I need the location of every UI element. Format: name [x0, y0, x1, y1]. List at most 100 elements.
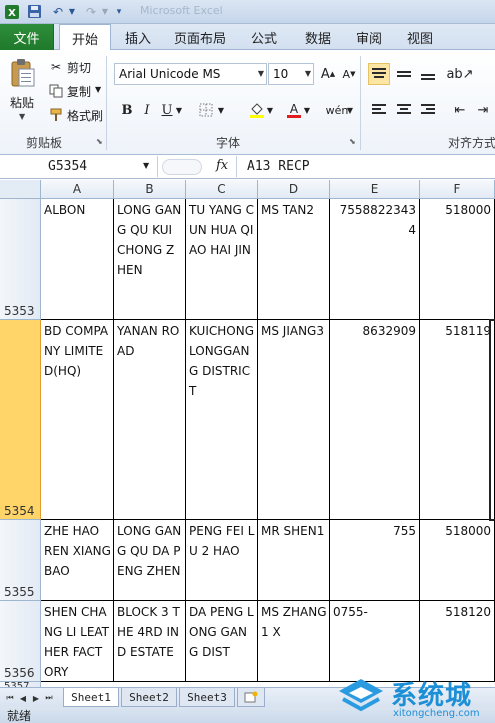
- align-top-icon[interactable]: [368, 63, 390, 85]
- font-dialog-launcher-icon[interactable]: ⬊: [349, 137, 356, 146]
- table-cell[interactable]: ALBON: [41, 199, 114, 320]
- table-cell[interactable]: BD COMPANY LIMITED(HQ): [41, 320, 114, 520]
- paste-dropdown-icon[interactable]: ▼: [19, 112, 25, 121]
- formula-bar-resize-handle[interactable]: [162, 159, 202, 175]
- increase-font-size-icon[interactable]: A ▲: [317, 63, 339, 85]
- font-size-combo[interactable]: 10 ▼: [268, 63, 314, 85]
- bold-icon[interactable]: B: [116, 99, 138, 121]
- column-header-d[interactable]: D: [258, 180, 330, 199]
- table-cell[interactable]: YANAN ROAD: [114, 320, 186, 520]
- table-cell[interactable]: 518119: [420, 320, 495, 520]
- table-cell[interactable]: BLOCK 3 THE 4RD IND ESTATE: [114, 601, 186, 682]
- copy-label: 复制: [67, 84, 92, 99]
- tab-page-layout[interactable]: 页面布局: [168, 24, 232, 50]
- customize-quick-access-icon[interactable]: ▾: [114, 3, 124, 20]
- tab-review[interactable]: 审阅: [347, 24, 391, 50]
- chevron-down-icon[interactable]: ▼: [305, 69, 311, 78]
- fill-color-dropdown-icon[interactable]: ▼: [265, 99, 275, 121]
- tab-home[interactable]: 开始: [59, 24, 111, 51]
- excel-app-icon[interactable]: X: [3, 3, 21, 20]
- align-middle-icon[interactable]: [393, 63, 415, 85]
- formula-input[interactable]: A13 RECP: [236, 156, 495, 177]
- table-cell[interactable]: ZHE HAO REN XIANG BAO: [41, 520, 114, 601]
- italic-icon[interactable]: I: [136, 99, 158, 121]
- sheet-tab-sheet2[interactable]: Sheet2: [121, 688, 177, 707]
- table-cell[interactable]: 75588223434: [330, 199, 420, 320]
- increase-indent-icon[interactable]: ⇥: [472, 99, 494, 121]
- align-center-icon[interactable]: [393, 99, 415, 121]
- prev-sheet-icon[interactable]: ◀: [17, 691, 29, 705]
- table-cell[interactable]: 755: [330, 520, 420, 601]
- row-header-5354[interactable]: 5354: [0, 320, 41, 520]
- sheet-tab-sheet3[interactable]: Sheet3: [179, 688, 235, 707]
- save-icon[interactable]: [25, 3, 43, 20]
- table-cell[interactable]: LONG GANG QU KUI CHONG ZHEN: [114, 199, 186, 320]
- next-sheet-icon[interactable]: ▶: [30, 691, 42, 705]
- last-sheet-icon[interactable]: ⏭: [43, 691, 55, 705]
- table-cell[interactable]: LONG GANG QU DA PENG ZHEN: [114, 520, 186, 601]
- underline-dropdown-icon[interactable]: ▼: [174, 99, 184, 121]
- column-header-a[interactable]: A: [41, 180, 114, 199]
- decrease-indent-icon[interactable]: ⇤: [449, 99, 471, 121]
- clipboard-dialog-launcher-icon[interactable]: ⬊: [96, 137, 103, 146]
- align-right-icon[interactable]: [417, 99, 439, 121]
- font-color-dropdown-icon[interactable]: ▼: [302, 99, 312, 121]
- insert-sheet-icon[interactable]: [237, 688, 265, 707]
- phonetic-dropdown-icon[interactable]: ▼: [345, 99, 355, 121]
- decrease-font-size-icon[interactable]: A ▼: [338, 63, 360, 85]
- column-header-b[interactable]: B: [114, 180, 186, 199]
- table-cell[interactable]: TU YANG CUN HUA QIAO HAI JIN: [186, 199, 258, 320]
- paste-button[interactable]: 粘贴: [10, 94, 34, 111]
- row-header-5355[interactable]: 5355: [0, 520, 41, 601]
- select-all-corner[interactable]: [0, 180, 41, 199]
- row-header-5353[interactable]: 5353: [0, 199, 41, 320]
- first-sheet-icon[interactable]: ⏮: [4, 691, 16, 705]
- tab-file[interactable]: 文件: [0, 24, 54, 50]
- font-name-combo[interactable]: Arial Unicode MS ▼: [114, 63, 267, 85]
- align-bottom-icon[interactable]: [417, 63, 439, 85]
- redo-icon[interactable]: ↷: [80, 3, 102, 20]
- table-cell[interactable]: 8632909: [330, 320, 420, 520]
- name-box[interactable]: G5354: [0, 156, 158, 177]
- align-left-icon[interactable]: [368, 99, 390, 121]
- sheet-tab-sheet1[interactable]: Sheet1: [63, 688, 119, 707]
- table-cell[interactable]: MS TAN2: [258, 199, 330, 320]
- tab-view[interactable]: 视图: [398, 24, 442, 50]
- table-cell[interactable]: MR SHEN1: [258, 520, 330, 601]
- column-header-e[interactable]: E: [330, 180, 420, 199]
- table-cell[interactable]: KUICHONG LONGGANG DISTRICT: [186, 320, 258, 520]
- table-cell[interactable]: 0755-: [330, 601, 420, 682]
- table-cell[interactable]: MS JIANG3: [258, 320, 330, 520]
- table-cell[interactable]: SHEN CHANG LI LEATHER FACTORY: [41, 601, 114, 682]
- chevron-down-icon[interactable]: ▼: [258, 69, 264, 78]
- table-cell[interactable]: PENG FEI LU 2 HAO: [186, 520, 258, 601]
- copy-button[interactable]: 复制: [48, 82, 91, 100]
- tab-data[interactable]: 数据: [296, 24, 340, 50]
- insert-function-icon[interactable]: fx: [216, 158, 228, 173]
- column-header-c[interactable]: C: [186, 180, 258, 199]
- name-box-dropdown-icon[interactable]: ▼: [143, 161, 149, 170]
- table-cell[interactable]: DA PENG LONG GANG DIST: [186, 601, 258, 682]
- format-painter-button[interactable]: 格式刷: [48, 106, 103, 124]
- paste-icon[interactable]: [10, 58, 36, 88]
- row-header-5356[interactable]: 5356: [0, 601, 41, 682]
- undo-icon[interactable]: ↶: [47, 3, 69, 20]
- borders-dropdown-icon[interactable]: ▼: [216, 99, 226, 121]
- cut-button[interactable]: ✂ 剪切: [48, 58, 91, 76]
- status-ready-text: 就绪: [7, 708, 32, 723]
- borders-icon[interactable]: [195, 99, 217, 121]
- tab-insert[interactable]: 插入: [116, 24, 160, 50]
- format-painter-label: 格式刷: [67, 108, 104, 123]
- alignment-group-label: 对齐方式: [448, 135, 495, 150]
- table-cell[interactable]: MS ZHANG1 X: [258, 601, 330, 682]
- undo-dropdown-icon[interactable]: ▼: [68, 3, 76, 20]
- table-cell[interactable]: 518000: [420, 520, 495, 601]
- tab-formulas[interactable]: 公式: [242, 24, 286, 50]
- column-header-f[interactable]: F: [420, 180, 495, 199]
- watermark-domain: xitongcheng.com: [393, 708, 480, 719]
- redo-dropdown-icon[interactable]: ▼: [101, 3, 109, 20]
- copy-dropdown-icon[interactable]: ▼: [95, 85, 101, 94]
- orientation-icon[interactable]: ab↗: [446, 63, 473, 85]
- table-cell[interactable]: 518120: [420, 601, 495, 682]
- table-cell[interactable]: 518000: [420, 199, 495, 320]
